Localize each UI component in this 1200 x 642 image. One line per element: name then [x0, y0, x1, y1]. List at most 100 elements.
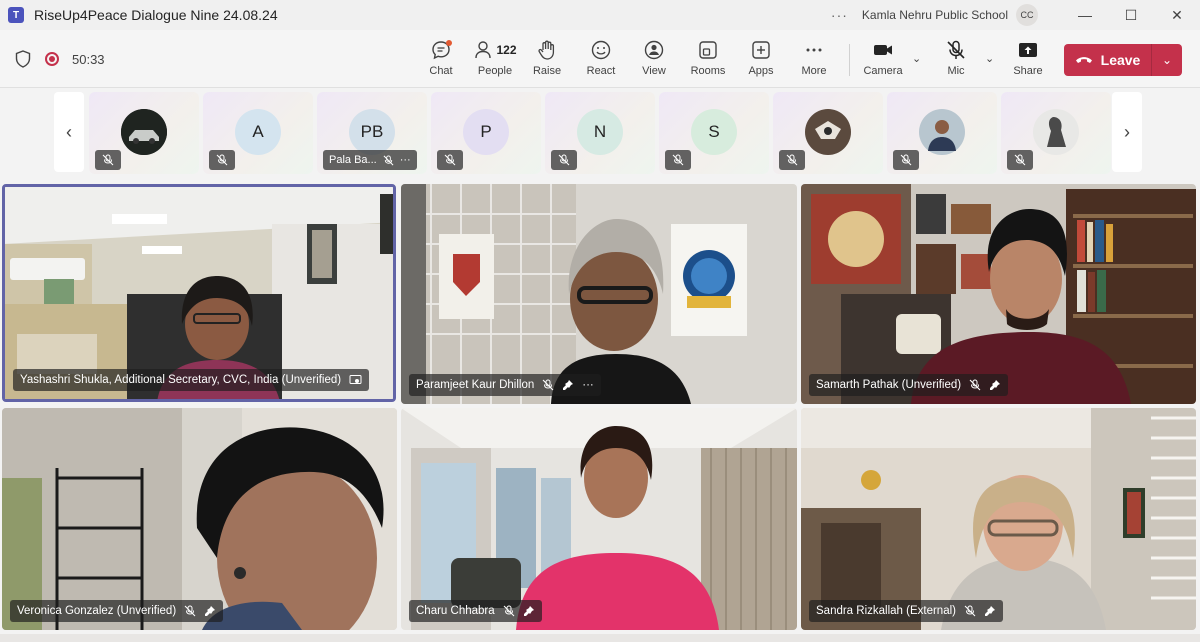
pin-icon: [204, 605, 216, 617]
view-label: View: [642, 65, 666, 77]
camera-button[interactable]: Camera: [857, 38, 909, 82]
video-tile[interactable]: Charu Chhabra: [401, 408, 797, 630]
more-options-icon[interactable]: ···: [831, 7, 848, 23]
mic-muted-icon: [184, 605, 196, 617]
screen-share-icon: [349, 374, 362, 386]
mic-muted-icon: [1007, 150, 1033, 170]
participant-name-bar: Yashashri Shukla, Additional Secretary, …: [13, 369, 370, 391]
participant-video: [401, 184, 797, 404]
maximize-button[interactable]: ☐: [1108, 0, 1154, 30]
toolbar-divider: [849, 44, 850, 76]
organization-name: Kamla Nehru Public School: [861, 8, 1008, 22]
minimize-button[interactable]: —: [1062, 0, 1108, 30]
participant-name-bar: Charu Chhabra: [409, 600, 542, 622]
mic-muted-icon: [893, 150, 919, 170]
rooms-label: Rooms: [690, 65, 726, 77]
react-label: React: [586, 65, 616, 77]
participant-name: Charu Chhabra: [416, 605, 495, 617]
participant-name: Sandra Rizkallah (External): [816, 605, 956, 617]
video-tile[interactable]: Sandra Rizkallah (External): [801, 408, 1196, 630]
view-icon: [644, 40, 664, 60]
participant-name: Samarth Pathak (Unverified): [816, 379, 962, 391]
more-options-icon[interactable]: ···: [582, 379, 594, 391]
participant-strip: ‹ A PB Pala Ba... ··· P N S ›: [0, 88, 1200, 178]
pin-icon: [523, 605, 535, 617]
participant-avatar: A: [235, 109, 281, 155]
participant-thumbnail[interactable]: [89, 92, 199, 174]
people-count: 122: [496, 43, 517, 57]
participant-avatar: N: [577, 109, 623, 155]
mic-label: Mic: [947, 65, 965, 77]
participant-video: [2, 408, 397, 630]
participant-thumbnail[interactable]: P: [431, 92, 541, 174]
raise-hand-button[interactable]: Raise: [521, 38, 573, 82]
mic-muted-icon: [947, 40, 965, 59]
people-button[interactable]: 122 People: [468, 38, 522, 82]
share-label: Share: [1013, 65, 1043, 77]
mic-muted-icon: [542, 379, 554, 391]
mic-muted-icon: [95, 150, 121, 170]
car-photo-avatar: [121, 109, 167, 155]
participant-thumbnail[interactable]: [887, 92, 997, 174]
participant-thumbnail[interactable]: [773, 92, 883, 174]
camera-icon: [874, 45, 892, 55]
participant-thumbnail[interactable]: A: [203, 92, 313, 174]
mic-muted-icon: [969, 379, 981, 391]
view-button[interactable]: View: [628, 38, 680, 82]
mic-options-chevron-icon[interactable]: ⌄: [985, 52, 994, 65]
mic-muted-icon: [964, 605, 976, 617]
leave-button-group: Leave ⌄: [1064, 44, 1182, 76]
rooms-button[interactable]: Rooms: [682, 38, 734, 82]
raise-label: Raise: [532, 65, 562, 77]
chat-notification-badge: [446, 40, 452, 46]
smiley-icon: [591, 40, 611, 60]
react-button[interactable]: React: [575, 38, 627, 82]
title-bar: T RiseUp4Peace Dialogue Nine 24.08.24 ··…: [0, 0, 1200, 30]
participant-avatar: P: [463, 109, 509, 155]
camera-options-chevron-icon[interactable]: ⌄: [912, 52, 921, 65]
participant-name-bar: Sandra Rizkallah (External): [809, 600, 1003, 622]
camera-label: Camera: [863, 65, 903, 77]
meeting-toolbar: 50:33 Chat 122 People Raise React View R…: [0, 30, 1200, 88]
people-icon: [475, 41, 492, 59]
participant-thumbnail[interactable]: N: [545, 92, 655, 174]
strip-next-button[interactable]: ›: [1112, 92, 1142, 172]
video-tile[interactable]: Paramjeet Kaur Dhillon ···: [401, 184, 797, 404]
video-tile[interactable]: Yashashri Shukla, Additional Secretary, …: [2, 184, 396, 402]
thumbnail-name: Pala Ba...: [329, 154, 377, 166]
taskbar-edge: [0, 634, 1200, 642]
apps-button[interactable]: Apps: [735, 38, 787, 82]
participant-thumbnail[interactable]: [1001, 92, 1111, 174]
shield-icon[interactable]: [15, 50, 31, 68]
participant-name: Veronica Gonzalez (Unverified): [17, 605, 177, 617]
meeting-timer: 50:33: [72, 52, 105, 67]
participant-thumbnail[interactable]: PB Pala Ba... ···: [317, 92, 427, 174]
video-tile[interactable]: Samarth Pathak (Unverified): [801, 184, 1196, 404]
leave-button[interactable]: Leave: [1064, 44, 1152, 76]
mic-muted-icon: [437, 150, 463, 170]
participant-name-bar: Veronica Gonzalez (Unverified): [10, 600, 224, 622]
participant-name-bar: Paramjeet Kaur Dhillon ···: [409, 374, 601, 396]
more-options-icon[interactable]: ···: [400, 154, 411, 166]
strip-previous-button[interactable]: ‹: [54, 92, 84, 172]
share-button[interactable]: Share: [1002, 38, 1054, 82]
pin-icon: [562, 379, 574, 391]
chat-button[interactable]: Chat: [415, 38, 467, 82]
mic-button[interactable]: Mic: [930, 38, 982, 82]
pin-icon: [989, 379, 1001, 391]
leave-options-chevron-icon[interactable]: ⌄: [1152, 53, 1182, 67]
silhouette-photo-avatar: [1033, 109, 1079, 155]
participant-video: [401, 408, 797, 630]
meeting-title: RiseUp4Peace Dialogue Nine 24.08.24: [34, 7, 278, 23]
video-tile[interactable]: Veronica Gonzalez (Unverified): [2, 408, 397, 630]
account-avatar[interactable]: CC: [1016, 4, 1038, 26]
mic-muted-icon: [665, 150, 691, 170]
participant-thumbnail[interactable]: S: [659, 92, 769, 174]
participant-video: [801, 408, 1196, 630]
more-button[interactable]: More: [788, 38, 840, 82]
graphic-photo-avatar: [805, 109, 851, 155]
mic-muted-icon: [383, 154, 394, 165]
more-icon: [806, 48, 822, 52]
thumbnail-name-bar: Pala Ba... ···: [323, 150, 417, 170]
close-button[interactable]: ✕: [1154, 0, 1200, 30]
